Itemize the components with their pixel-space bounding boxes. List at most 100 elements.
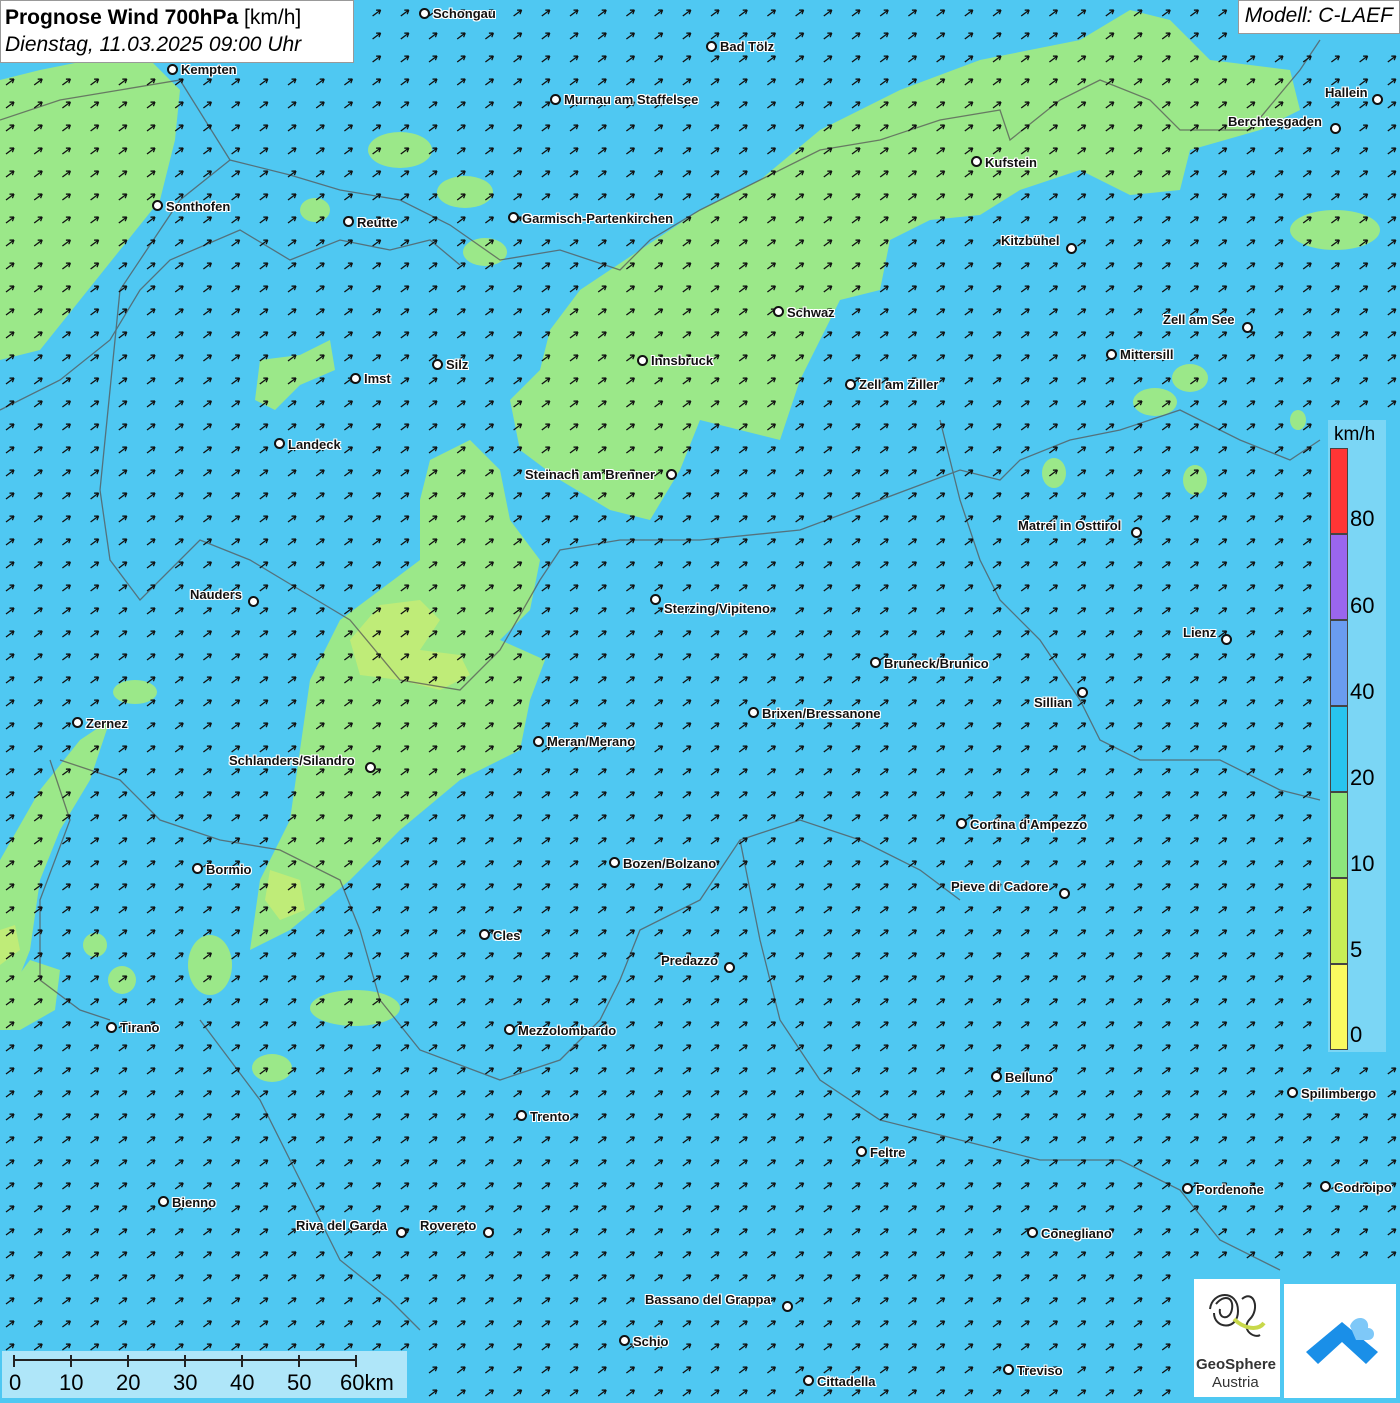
city-label: Zernez xyxy=(86,716,128,731)
legend-label: 10 xyxy=(1350,851,1375,876)
city-marker[interactable] xyxy=(1320,1181,1331,1192)
city-label: Innsbruck xyxy=(651,353,714,368)
city-marker[interactable] xyxy=(637,355,648,366)
city-label: Conegliano xyxy=(1041,1226,1112,1241)
geosphere-logo-icon xyxy=(1209,1294,1266,1337)
city-marker[interactable] xyxy=(158,1196,169,1207)
city-marker[interactable] xyxy=(72,717,83,728)
city-marker[interactable] xyxy=(1077,687,1088,698)
city-marker[interactable] xyxy=(666,469,677,480)
city-label: Nauders xyxy=(190,587,243,602)
legend-label: 60 xyxy=(1350,593,1375,618)
city-label: Zell am Ziller xyxy=(859,377,939,392)
city-marker[interactable] xyxy=(1003,1364,1014,1375)
scale-bar: 0 10 20 30 40 50 60km xyxy=(2,1351,407,1398)
scale-label: 40 xyxy=(230,1370,255,1395)
app-logo[interactable] xyxy=(1284,1284,1396,1398)
city-marker[interactable] xyxy=(1182,1183,1193,1194)
city-marker[interactable] xyxy=(782,1301,793,1312)
city-marker[interactable] xyxy=(803,1375,814,1386)
city-label: Reutte xyxy=(357,215,398,230)
city-marker[interactable] xyxy=(1027,1227,1038,1238)
city-label: Silz xyxy=(446,357,469,372)
city-marker[interactable] xyxy=(856,1146,867,1157)
app-logo-icon xyxy=(1306,1317,1378,1364)
city-marker[interactable] xyxy=(432,359,443,370)
city-marker[interactable] xyxy=(533,736,544,747)
city-marker[interactable] xyxy=(550,94,561,105)
city-label: Mezzolombardo xyxy=(518,1023,617,1038)
city-marker[interactable] xyxy=(350,373,361,384)
scale-label: 50 xyxy=(287,1370,312,1395)
city-marker[interactable] xyxy=(419,8,430,19)
city-marker[interactable] xyxy=(1242,322,1253,333)
city-label: Schio xyxy=(633,1334,669,1349)
city-marker[interactable] xyxy=(773,306,784,317)
city-label: Feltre xyxy=(870,1145,906,1160)
city-marker[interactable] xyxy=(508,212,519,223)
city-marker[interactable] xyxy=(1330,123,1341,134)
city-marker[interactable] xyxy=(971,156,982,167)
city-label: Steinach am Brenner xyxy=(525,467,656,482)
city-label: Murnau am Staffelsee xyxy=(564,92,699,107)
city-label: Riva del Garda xyxy=(296,1218,388,1233)
city-label: Bozen/Bolzano xyxy=(623,856,717,871)
city-label: Imst xyxy=(364,371,391,386)
scale-label: 10 xyxy=(59,1370,84,1395)
city-marker[interactable] xyxy=(991,1071,1002,1082)
city-label: Rovereto xyxy=(420,1218,477,1233)
scale-label: 0 xyxy=(9,1370,22,1395)
city-marker[interactable] xyxy=(504,1024,515,1035)
city-marker[interactable] xyxy=(1066,243,1077,254)
legend-label: 0 xyxy=(1350,1022,1363,1047)
city-marker[interactable] xyxy=(1106,349,1117,360)
city-label: Schlanders/Silandro xyxy=(229,753,355,768)
city-marker[interactable] xyxy=(956,818,967,829)
city-marker[interactable] xyxy=(106,1022,117,1033)
city-marker[interactable] xyxy=(1287,1087,1298,1098)
city-label: Cles xyxy=(493,928,521,943)
city-label: Tirano xyxy=(120,1020,160,1035)
city-marker[interactable] xyxy=(248,596,259,607)
scale-label: 60km xyxy=(340,1370,394,1395)
legend-color-segment xyxy=(1330,448,1348,534)
city-marker[interactable] xyxy=(619,1335,630,1346)
city-label: Mittersill xyxy=(1120,347,1174,362)
city-marker[interactable] xyxy=(724,962,735,973)
city-marker[interactable] xyxy=(483,1227,494,1238)
city-label: Bormio xyxy=(206,862,252,877)
city-marker[interactable] xyxy=(706,41,717,52)
city-marker[interactable] xyxy=(609,857,620,868)
city-marker[interactable] xyxy=(748,707,759,718)
city-marker[interactable] xyxy=(870,657,881,668)
legend-unit: km/h xyxy=(1334,424,1376,445)
legend-color-segment xyxy=(1330,706,1348,792)
city-label: Matrei in Osttirol xyxy=(1018,518,1122,533)
city-marker[interactable] xyxy=(167,64,178,75)
city-marker[interactable] xyxy=(1221,634,1232,645)
city-marker[interactable] xyxy=(152,200,163,211)
city-label: Berchtesgaden xyxy=(1228,114,1322,129)
city-marker[interactable] xyxy=(1372,94,1383,105)
city-label: Bruneck/Brunico xyxy=(884,656,989,671)
city-marker[interactable] xyxy=(274,438,285,449)
city-label: Brixen/Bressanone xyxy=(762,706,881,721)
legend-label: 5 xyxy=(1350,937,1363,962)
city-label: Codroipo xyxy=(1334,1180,1392,1195)
city-marker[interactable] xyxy=(479,929,490,940)
city-marker[interactable] xyxy=(845,379,856,390)
legend-color-segment xyxy=(1330,878,1348,964)
city-marker[interactable] xyxy=(396,1227,407,1238)
logo-text-line2: Austria xyxy=(1212,1374,1259,1391)
city-marker[interactable] xyxy=(192,863,203,874)
city-marker[interactable] xyxy=(343,216,354,227)
city-marker[interactable] xyxy=(1131,527,1142,538)
city-label: Schwaz xyxy=(787,305,835,320)
city-label: Zell am See xyxy=(1163,312,1235,327)
city-marker[interactable] xyxy=(1059,888,1070,899)
scale-label: 30 xyxy=(173,1370,198,1395)
city-marker[interactable] xyxy=(650,594,661,605)
city-label: Lienz xyxy=(1183,625,1217,640)
city-marker[interactable] xyxy=(365,762,376,773)
city-marker[interactable] xyxy=(516,1110,527,1121)
